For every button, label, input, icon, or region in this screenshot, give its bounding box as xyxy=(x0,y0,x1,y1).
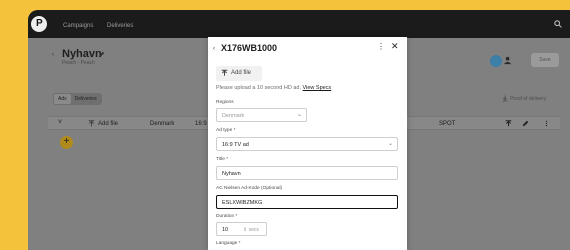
add-ad-button[interactable]: + xyxy=(60,136,73,149)
ad-type-select[interactable]: 16:9 TV ad ⌄ xyxy=(216,137,398,151)
duration-label: Duration * xyxy=(216,214,238,219)
upload-icon[interactable] xyxy=(505,120,512,127)
add-user-icon[interactable] xyxy=(504,56,513,65)
logo-letter: P xyxy=(36,18,43,29)
upload-hint: Please upload a 10 second HD ad. View Sp… xyxy=(216,85,331,91)
nav-deliveries[interactable]: Deliveries xyxy=(107,23,133,29)
title-label: Title * xyxy=(216,157,229,162)
duration-value: 10 xyxy=(222,227,229,233)
pencil-icon[interactable] xyxy=(98,51,105,58)
chevron-down-icon: ⌄ xyxy=(296,112,302,118)
view-specs-link[interactable]: View Specs xyxy=(303,85,332,91)
tab-deliveries[interactable]: Deliveries xyxy=(71,94,101,104)
regions-select[interactable]: Denmark ⌄ xyxy=(216,108,307,122)
title-value: Nyhavn xyxy=(222,171,241,177)
proof-of-delivery-link[interactable]: Proof of delivery xyxy=(510,96,546,102)
ac-nielsen-input[interactable]: ESLXWIBZMKG xyxy=(216,195,398,209)
search-icon[interactable] xyxy=(554,20,562,28)
upload-icon xyxy=(221,69,228,76)
ad-detail-modal: ‹ X176WB1000 ⋮ ✕ Add file Please upload … xyxy=(208,37,407,250)
modal-title: X176WB1000 xyxy=(221,43,278,53)
chevron-down-icon: ⌄ xyxy=(387,141,393,147)
tab-ads[interactable]: Ads xyxy=(54,94,71,104)
download-icon[interactable] xyxy=(502,95,508,102)
ac-nielsen-label: AC Nielsen Ad-Kode (Optional) xyxy=(216,186,283,191)
ad-type-value: 16:9 TV ad xyxy=(222,142,249,148)
page-subtitle: Peach - Peach xyxy=(62,60,95,66)
close-icon[interactable]: ✕ xyxy=(391,41,399,52)
page-title: Nyhavn xyxy=(62,48,102,60)
language-label: Language * xyxy=(216,241,241,246)
ac-nielsen-value: ESLXWIBZMKG xyxy=(222,200,263,206)
title-input[interactable]: Nyhavn xyxy=(216,166,398,180)
add-file-button[interactable]: Add file xyxy=(216,66,262,81)
kebab-icon[interactable]: ⋮ xyxy=(377,42,385,51)
hint-text: Please upload a 10 second HD ad. xyxy=(216,85,302,91)
duration-input[interactable]: 10 ⇕ secs xyxy=(216,222,267,236)
back-chevron-icon[interactable]: ‹ xyxy=(52,52,54,58)
avatar[interactable] xyxy=(490,55,502,67)
duration-unit: ⇕ secs xyxy=(243,227,259,233)
tab-bar: Ads Deliveries xyxy=(53,93,102,105)
nav-campaigns[interactable]: Campaigns xyxy=(63,23,93,29)
add-file-label: Add file xyxy=(231,70,252,76)
row-add-file[interactable]: Add file xyxy=(98,121,118,127)
ad-type-label: Ad type * xyxy=(216,128,236,133)
save-button[interactable]: Save xyxy=(531,53,559,67)
upload-icon[interactable] xyxy=(88,120,95,127)
row-country: Denmark xyxy=(150,121,175,127)
logo[interactable]: P xyxy=(31,16,47,32)
duration-unit-label: secs xyxy=(248,227,259,233)
regions-value: Denmark xyxy=(222,113,245,119)
back-chevron-icon[interactable]: ‹ xyxy=(213,46,215,52)
row-spot: SPOT xyxy=(439,121,456,127)
expand-chevron-icon[interactable]: ˅ xyxy=(58,119,62,126)
top-navigation-bar: P Campaigns Deliveries xyxy=(28,10,570,38)
pencil-icon[interactable] xyxy=(522,120,529,127)
regions-label: Regions xyxy=(216,100,234,105)
kebab-icon[interactable] xyxy=(543,120,550,127)
